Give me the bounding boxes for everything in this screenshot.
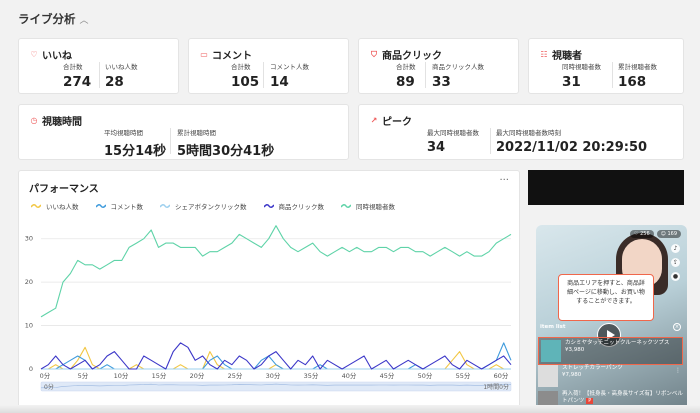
cart-icon: ⛉ — [371, 49, 377, 59]
comments-people-value: 14 — [270, 74, 289, 90]
peak-time-value: 2022/11/02 20:29:50 — [496, 140, 648, 155]
item-name: 再入荷！【抵身長・高身長サイズ有】リボンベルトパンツ P — [562, 391, 683, 404]
product-click-card: ⛉ 商品クリック 合計数 89 商品クリック人数 33 — [358, 38, 519, 94]
section-header[interactable]: ライブ分析 ︿ — [18, 11, 89, 27]
trend-up-icon: ↗ — [370, 116, 378, 125]
section-title: ライブ分析 — [18, 12, 76, 26]
viewers-concurrent-label: 同時視聴者数 — [562, 63, 601, 71]
x-tick-label: 0分 — [40, 371, 51, 380]
x-tick-label: 5分 — [78, 371, 89, 380]
clicks-people-label: 商品クリック人数 — [432, 63, 484, 71]
list-item[interactable]: ストレッチカラーパンツ ¥7,980 — [538, 365, 683, 387]
item-name: ストレッチカラーパンツ — [562, 365, 623, 371]
tooltip: 商品エリアを押すと、商品詳細ページに移動し、お買い物することができます。 — [558, 274, 654, 321]
viewers-cumulative-value: 168 — [618, 74, 647, 90]
peak-title: ピーク — [382, 117, 412, 128]
range-end-label: 1時間0分 — [483, 383, 509, 391]
likes-total-value: 274 — [63, 74, 92, 90]
performance-chart: 0 10 20 30 0分 5分 10分 15分 20分 25分 30分 35分 40分 45分 50分 55… — [25, 225, 512, 392]
performance-card: パフォーマンス ··· いいね人数 コメント数 シェアボタンクリック数 商品クリック数… — [18, 170, 520, 413]
likes-total-label: 合計数 — [63, 63, 83, 71]
x-tick-label: 40分 — [342, 371, 357, 380]
more-vertical-icon[interactable]: ⋮ — [675, 367, 681, 374]
viewers-badge: ☺ 169 — [656, 230, 681, 238]
peak-viewers-value: 34 — [427, 140, 446, 155]
watch-time-card: ◷ 視聴時間 平均視聴時間 15分14秒 累計視聴時間 5時間30分41秒 — [18, 104, 349, 160]
y-tick-label: 20 — [25, 278, 33, 286]
series-line — [40, 225, 512, 318]
likes-people-value: 28 — [105, 74, 124, 90]
x-tick-label: 20分 — [190, 371, 205, 380]
clicks-title: 商品クリック — [382, 51, 442, 62]
clock-icon: ◷ — [30, 116, 38, 125]
x-tick-label: 10分 — [114, 371, 129, 380]
list-item[interactable]: カシミヤタッチニットクルーネックツプス ¥3,980 — [538, 337, 683, 365]
x-tick-label: 60分 — [494, 371, 509, 380]
watch-time-title: 視聴時間 — [42, 117, 82, 128]
comments-total-value: 105 — [231, 74, 260, 90]
item-name: カシミヤタッチニットクルーネックツプス — [565, 340, 670, 346]
item-list-label: item list — [540, 324, 566, 330]
clicks-people-value: 33 — [432, 74, 451, 90]
viewers-concurrent-value: 31 — [562, 74, 581, 90]
likes-people-label: いいね人数 — [105, 63, 138, 71]
share-icon[interactable]: ⇪ — [671, 258, 680, 267]
likes-card: ♡ いいね 合計数 274 いいね人数 28 — [18, 38, 179, 94]
item-price: ¥7,980 — [562, 372, 582, 378]
comments-total-label: 合計数 — [231, 63, 251, 71]
avg-watch-label: 平均視聴時間 — [104, 129, 143, 137]
users-icon: ☷ — [540, 50, 548, 59]
peak-viewers-label: 最大同時視聴者数 — [427, 129, 479, 137]
total-watch-label: 累計視聴時間 — [177, 129, 216, 137]
clicks-total-value: 89 — [396, 74, 415, 90]
clicks-total-label: 合計数 — [396, 63, 416, 71]
viewers-title: 視聴者 — [552, 51, 582, 62]
range-start-label: 0分 — [44, 383, 54, 391]
comments-people-label: コメント人数 — [270, 63, 309, 71]
x-tick-label: 30分 — [266, 371, 281, 380]
viewers-cumulative-label: 累計視聴者数 — [618, 63, 657, 71]
x-tick-label: 35分 — [304, 371, 319, 380]
time-range-slider[interactable] — [40, 381, 512, 392]
item-price: ¥3,980 — [565, 347, 585, 353]
comments-title: コメント — [212, 51, 252, 62]
peak-time-label: 最大同時視聴者数時刻 — [496, 129, 561, 137]
y-tick-label: 30 — [25, 235, 33, 243]
close-icon[interactable]: × — [673, 323, 681, 331]
product-thumbnail — [538, 365, 558, 387]
chevron-up-icon[interactable]: ︿ — [80, 13, 89, 26]
comment-icon: ▭ — [200, 50, 208, 59]
peak-card: ↗ ピーク 最大同時視聴者数 34 最大同時視聴者数時刻 2022/11/02 20:… — [358, 104, 684, 160]
x-tick-label: 45分 — [380, 371, 395, 380]
x-tick-label: 25分 — [228, 371, 243, 380]
x-tick-label: 15分 — [152, 371, 167, 380]
series-line — [41, 342, 512, 370]
x-tick-label: 50分 — [418, 371, 433, 380]
comments-card: ▭ コメント 合計数 105 コメント人数 14 — [188, 38, 349, 94]
x-tick-label: 55分 — [456, 371, 471, 380]
video-header-bar — [528, 170, 684, 205]
heart-icon: ♡ — [30, 50, 38, 59]
viewers-card: ☷ 視聴者 同時視聴者数 31 累計視聴者数 168 — [528, 38, 684, 94]
product-thumbnail — [541, 340, 561, 362]
total-watch-value: 5時間30分41秒 — [177, 144, 275, 159]
volume-icon[interactable]: ♪ — [671, 244, 680, 253]
avg-watch-value: 15分14秒 — [104, 144, 167, 159]
profile-icon[interactable]: ● — [671, 272, 680, 281]
likes-title: いいね — [42, 51, 72, 62]
item-tag: P — [586, 398, 594, 404]
likes-badge: ♡ 256 — [630, 230, 654, 238]
y-tick-label: 0 — [29, 365, 33, 373]
y-tick-label: 10 — [25, 322, 33, 330]
